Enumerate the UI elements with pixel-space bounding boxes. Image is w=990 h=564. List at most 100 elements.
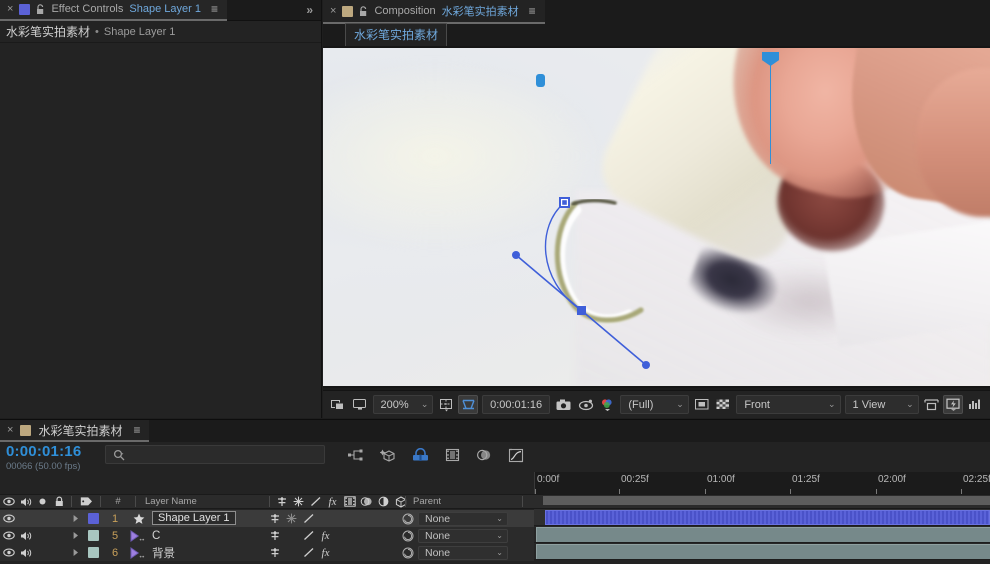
region-of-interest-icon[interactable] — [458, 395, 479, 414]
layer-audio-toggle[interactable] — [17, 548, 34, 558]
current-timecode[interactable]: 0:00:01:16 — [6, 443, 105, 460]
parent-select[interactable]: None ⌄ — [418, 545, 508, 560]
panel-menu-icon[interactable]: ≡ — [529, 4, 536, 18]
pixel-aspect-correction-icon[interactable] — [922, 395, 942, 414]
layer-name-input[interactable]: Shape Layer 1 — [152, 511, 236, 525]
main-viewer-icon[interactable] — [350, 395, 370, 414]
shy-icon[interactable] — [266, 513, 283, 524]
panel-menu-icon[interactable]: ≡ — [133, 423, 140, 437]
region-toggle-icon[interactable] — [692, 395, 712, 414]
timecode-block[interactable]: 0:00:01:16 00066 (50.00 fps) — [0, 442, 105, 472]
tab-composition[interactable]: × Composition 水彩笔实拍素材 ≡ — [323, 0, 545, 24]
path-vertex-anchor[interactable] — [559, 197, 570, 208]
parent-value: None — [425, 529, 451, 542]
frame-blending-icon[interactable] — [443, 446, 461, 464]
composition-stage — [323, 48, 990, 386]
time-ruler[interactable]: 0:00f 00:25f 01:00f 01:25f 02:00f 02:25f — [534, 472, 990, 494]
view-layout-select[interactable]: 1 View ⌄ — [844, 395, 919, 414]
path-vertex-selected[interactable] — [577, 306, 586, 315]
show-channel-icon[interactable] — [598, 395, 618, 414]
layer-name-cell[interactable]: Shape Layer 1 — [152, 511, 236, 525]
fx-icon[interactable]: fx — [317, 530, 334, 542]
tab-item-name: Shape Layer 1 — [129, 3, 201, 15]
playhead-line[interactable] — [770, 52, 771, 164]
layer-index: 1 — [111, 512, 119, 525]
quality-icon[interactable] — [300, 513, 317, 524]
show-snapshot-icon[interactable] — [576, 395, 596, 414]
motion-blur-icon[interactable] — [475, 446, 493, 464]
parent-select[interactable]: None ⌄ — [418, 528, 508, 543]
layer-name-cell[interactable]: 背景 — [152, 545, 175, 561]
always-preview-icon[interactable] — [328, 395, 348, 414]
layer-duration-bar[interactable] — [545, 510, 990, 525]
lock-icon[interactable] — [36, 3, 45, 15]
grid-and-guides-icon[interactable] — [436, 395, 456, 414]
layer-parent-cell[interactable]: None ⌄ — [402, 528, 508, 543]
close-icon[interactable]: × — [330, 5, 336, 17]
layer-expand-arrow[interactable] — [68, 548, 84, 557]
composition-mini-flowchart-icon[interactable] — [347, 446, 365, 464]
parent-pickwhip-icon[interactable] — [402, 547, 414, 559]
track-lane[interactable] — [534, 526, 990, 543]
quality-icon[interactable] — [300, 547, 317, 558]
layer-expand-arrow[interactable] — [68, 514, 84, 523]
ruler-tick-label: 0:00f — [537, 474, 560, 485]
track-lane[interactable] — [534, 509, 990, 526]
composition-viewer[interactable] — [323, 46, 990, 388]
search-input[interactable] — [105, 445, 325, 464]
layer-visibility-toggle[interactable] — [0, 514, 17, 523]
layer-visibility-toggle[interactable] — [0, 548, 17, 557]
lock-icon[interactable] — [359, 5, 368, 17]
snapshot-camera-icon[interactable] — [554, 395, 574, 414]
layer-name-label[interactable]: 背景 — [152, 548, 175, 560]
collapse-icon[interactable] — [283, 513, 300, 524]
layer-name-cell[interactable]: C — [152, 530, 160, 542]
layer-label-color[interactable] — [84, 547, 102, 558]
shy-icon[interactable] — [266, 547, 283, 558]
close-icon[interactable]: × — [7, 3, 13, 15]
motion-blur-icon — [358, 496, 375, 507]
layer-audio-toggle[interactable] — [17, 531, 34, 541]
close-icon[interactable]: × — [7, 424, 13, 436]
layer-duration-bar[interactable] — [536, 527, 990, 542]
layer-parent-cell[interactable]: None ⌄ — [402, 545, 508, 560]
layer-visibility-toggle[interactable] — [0, 531, 17, 540]
timeline-track-area[interactable] — [534, 509, 990, 564]
parent-pickwhip-icon[interactable] — [402, 513, 414, 525]
panel-menu-icon[interactable]: ≡ — [211, 2, 218, 16]
layer-parent-cell[interactable]: None ⌄ — [402, 511, 508, 526]
transparency-grid-icon[interactable] — [714, 395, 734, 414]
layer-duration-bar[interactable] — [536, 544, 990, 559]
track-lane[interactable] — [534, 543, 990, 560]
tab-timeline[interactable]: × 水彩笔实拍素材 ≡ — [0, 420, 150, 442]
layer-label-color[interactable] — [84, 530, 102, 541]
fx-icon[interactable]: fx — [317, 547, 334, 559]
hide-shy-layers-icon[interactable] — [411, 446, 429, 464]
view-axis-select[interactable]: Front ⌄ — [736, 395, 841, 414]
draft-3d-icon[interactable] — [379, 446, 397, 464]
timeline-graph-icon[interactable] — [965, 395, 985, 414]
quality-icon[interactable] — [300, 530, 317, 541]
graph-editor-icon[interactable] — [507, 446, 525, 464]
zoom-select[interactable]: 200% ⌄ — [372, 395, 434, 414]
layer-name-label[interactable]: C — [152, 530, 160, 542]
timeline-tabbar: × 水彩笔实拍素材 ≡ — [0, 420, 990, 442]
layer-expand-arrow[interactable] — [68, 531, 84, 540]
bezier-handle-point-in[interactable] — [512, 251, 520, 259]
work-area-bar[interactable] — [543, 496, 990, 505]
tab-effect-controls[interactable]: × Effect Controls Shape Layer 1 ≡ — [0, 0, 227, 21]
shape-layer-bezier-path[interactable] — [323, 48, 990, 386]
parent-pickwhip-icon[interactable] — [402, 530, 414, 542]
comp-breadcrumb-chip[interactable]: 水彩笔实拍素材 — [345, 23, 448, 47]
work-area-start-handle[interactable] — [536, 74, 545, 87]
bezier-handle-point-out[interactable] — [642, 361, 650, 369]
zoom-value: 200% — [380, 398, 409, 411]
parent-select[interactable]: None ⌄ — [418, 511, 508, 526]
layer-label-color[interactable] — [84, 513, 102, 524]
viewer-timecode[interactable]: 0:00:01:16 — [482, 395, 551, 414]
layer-type-icon — [128, 529, 150, 542]
shy-icon[interactable] — [266, 530, 283, 541]
overflow-chevron-icon[interactable]: » — [306, 3, 321, 17]
fast-previews-icon[interactable] — [943, 395, 964, 414]
resolution-select[interactable]: (Full) ⌄ — [620, 395, 689, 414]
